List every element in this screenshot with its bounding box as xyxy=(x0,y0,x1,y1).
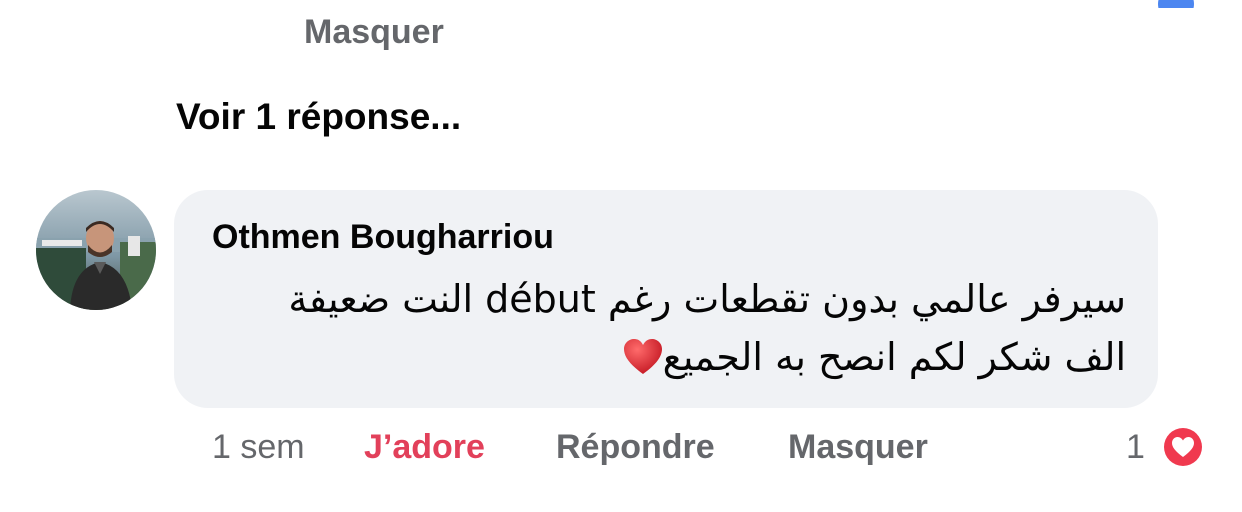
reaction-count: 1 xyxy=(1126,428,1145,466)
comment-text: سيرفر عالمي بدون تقطعات رغم début النت ض… xyxy=(212,270,1126,392)
love-button[interactable]: J’adore xyxy=(364,424,485,470)
comment-text-line-2: الف شكر لكم انصح به الجميع xyxy=(212,328,1126,392)
clipped-reaction-icon xyxy=(1158,0,1194,8)
previous-comment-clip xyxy=(0,0,1242,8)
see-replies-link[interactable]: Voir 1 réponse... xyxy=(176,94,461,140)
comment-timestamp[interactable]: 1 sem xyxy=(212,424,305,470)
red-heart-icon xyxy=(623,334,663,392)
comment-text-line-2-text: الف شكر لكم انصح به الجميع xyxy=(662,335,1126,379)
hide-comment-button[interactable]: Masquer xyxy=(788,424,928,470)
hide-previous-comment-button[interactable]: Masquer xyxy=(304,10,444,54)
comment-author[interactable]: Othmen Bougharriou xyxy=(212,216,554,258)
love-reaction-icon xyxy=(1160,424,1206,470)
comment-text-line-1: سيرفر عالمي بدون تقطعات رغم début النت ض… xyxy=(288,277,1126,321)
comment-bubble: Othmen Bougharriou سيرفر عالمي بدون تقطع… xyxy=(174,190,1158,408)
reply-button[interactable]: Répondre xyxy=(556,424,715,470)
avatar[interactable] xyxy=(36,190,156,310)
user-avatar-icon xyxy=(36,190,156,310)
